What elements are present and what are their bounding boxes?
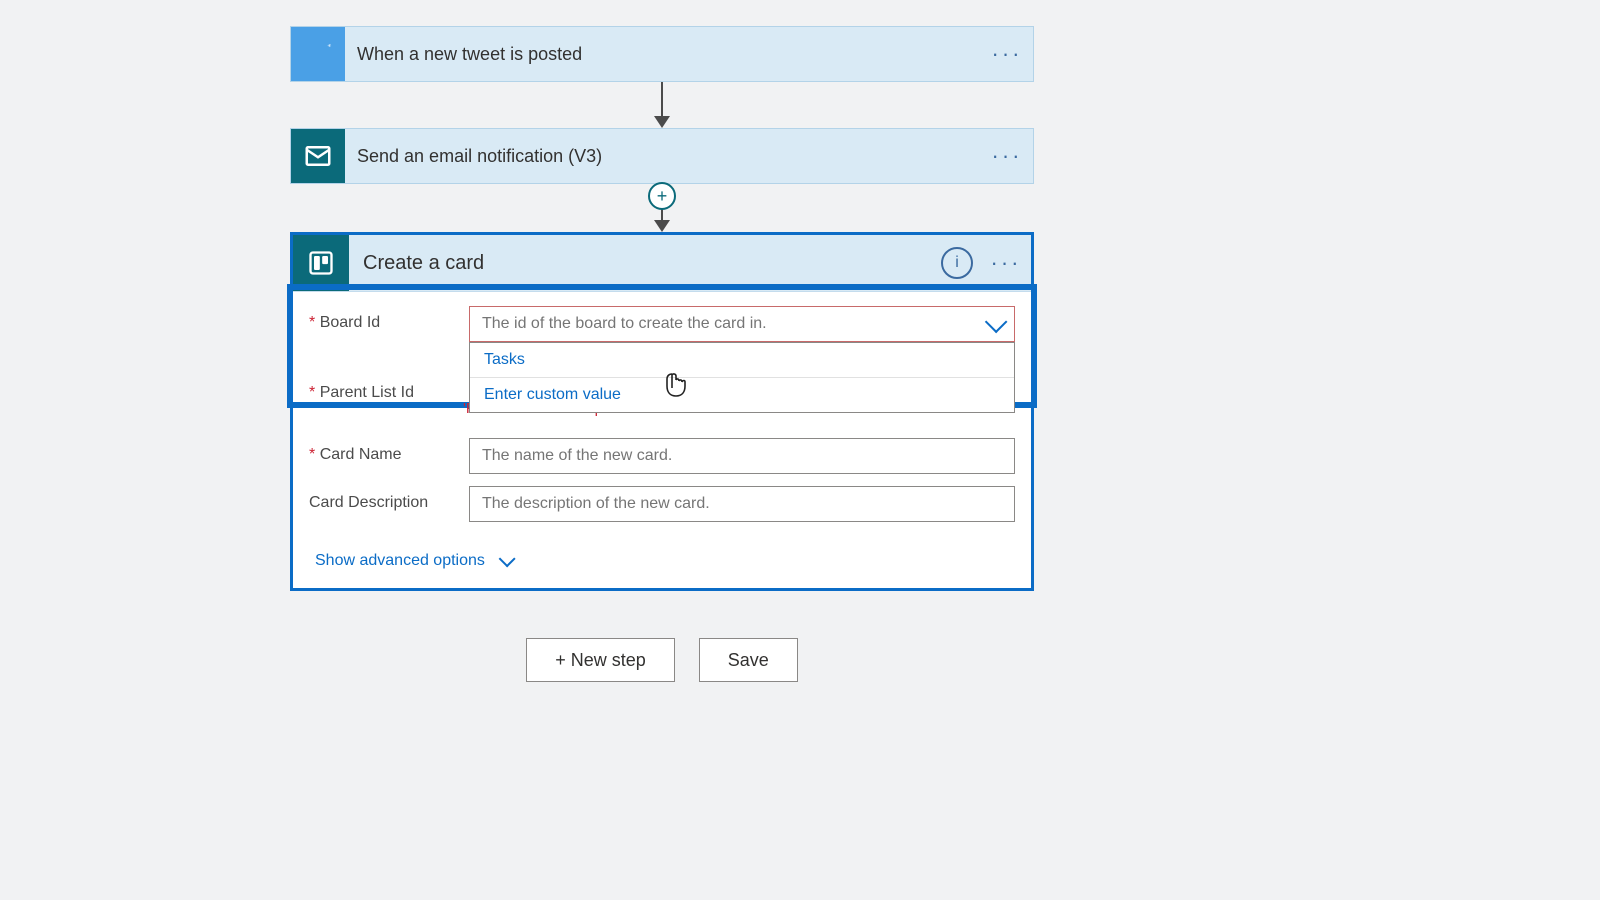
canvas: When a new tweet is posted ··· Send an e… [0, 0, 1600, 900]
new-step-button[interactable]: + New step [526, 638, 675, 682]
connector-2: + [290, 184, 1034, 232]
step-mail-more[interactable]: ··· [987, 136, 1027, 176]
field-parentlist-label-text: Parent List Id [320, 384, 414, 401]
card-body: * Board Id The id of the board to create… [293, 292, 1031, 588]
connector-1 [290, 82, 1034, 128]
field-parentlist-label: * Parent List Id [309, 376, 469, 402]
step-twitter-title: When a new tweet is posted [345, 44, 987, 65]
card-create: Create a card i ··· * Board Id The id of… [290, 232, 1034, 591]
show-advanced-text: Show advanced options [315, 552, 485, 570]
boardid-option-tasks[interactable]: Tasks [470, 343, 1014, 378]
step-mail[interactable]: Send an email notification (V3) ··· [290, 128, 1034, 184]
field-boardid-row: * Board Id The id of the board to create… [309, 306, 1015, 342]
field-cardname-input[interactable]: The name of the new card. [469, 438, 1015, 474]
boardid-dropdown: Tasks Enter custom value [469, 342, 1015, 413]
field-carddesc-label-text: Card Description [309, 494, 428, 511]
show-advanced-link[interactable]: Show advanced options [315, 552, 511, 570]
boardid-option-custom[interactable]: Enter custom value [470, 378, 1014, 412]
step-twitter-more[interactable]: ··· [987, 34, 1027, 74]
trello-icon [293, 235, 349, 291]
flow-container: When a new tweet is posted ··· Send an e… [290, 26, 1034, 591]
card-header[interactable]: Create a card i ··· [293, 235, 1031, 292]
field-boardid-placeholder: The id of the board to create the card i… [482, 315, 767, 333]
field-cardname-label: * Card Name [309, 438, 469, 464]
field-boardid-dropdown-btn[interactable] [974, 307, 1014, 341]
field-cardname-row: * Card Name The name of the new card. [309, 438, 1015, 474]
required-star: * [309, 314, 315, 331]
required-star: * [309, 446, 315, 463]
chevron-down-icon [985, 311, 1008, 334]
step-twitter[interactable]: When a new tweet is posted ··· [290, 26, 1034, 82]
card-title: Create a card [349, 252, 941, 275]
save-button[interactable]: Save [699, 638, 798, 682]
chevron-down-icon [499, 550, 516, 567]
field-cardname-label-text: Card Name [320, 446, 402, 463]
field-carddesc-row: Card Description The description of the … [309, 486, 1015, 522]
add-step-inline[interactable]: + [648, 182, 676, 210]
field-boardid-label-text: Board Id [320, 314, 380, 331]
footer-buttons: + New step Save [290, 638, 1034, 682]
step-mail-title: Send an email notification (V3) [345, 146, 987, 167]
field-cardname-placeholder: The name of the new card. [482, 447, 672, 465]
required-star: * [309, 384, 315, 401]
field-carddesc-label: Card Description [309, 486, 469, 512]
card-info-icon[interactable]: i [941, 247, 973, 279]
mail-icon [291, 129, 345, 183]
twitter-icon [291, 27, 345, 81]
card-more[interactable]: ··· [991, 243, 1021, 283]
field-carddesc-placeholder: The description of the new card. [482, 495, 710, 513]
field-carddesc-input[interactable]: The description of the new card. [469, 486, 1015, 522]
field-boardid-input[interactable]: The id of the board to create the card i… [469, 306, 1015, 342]
field-boardid-label: * Board Id [309, 306, 469, 332]
